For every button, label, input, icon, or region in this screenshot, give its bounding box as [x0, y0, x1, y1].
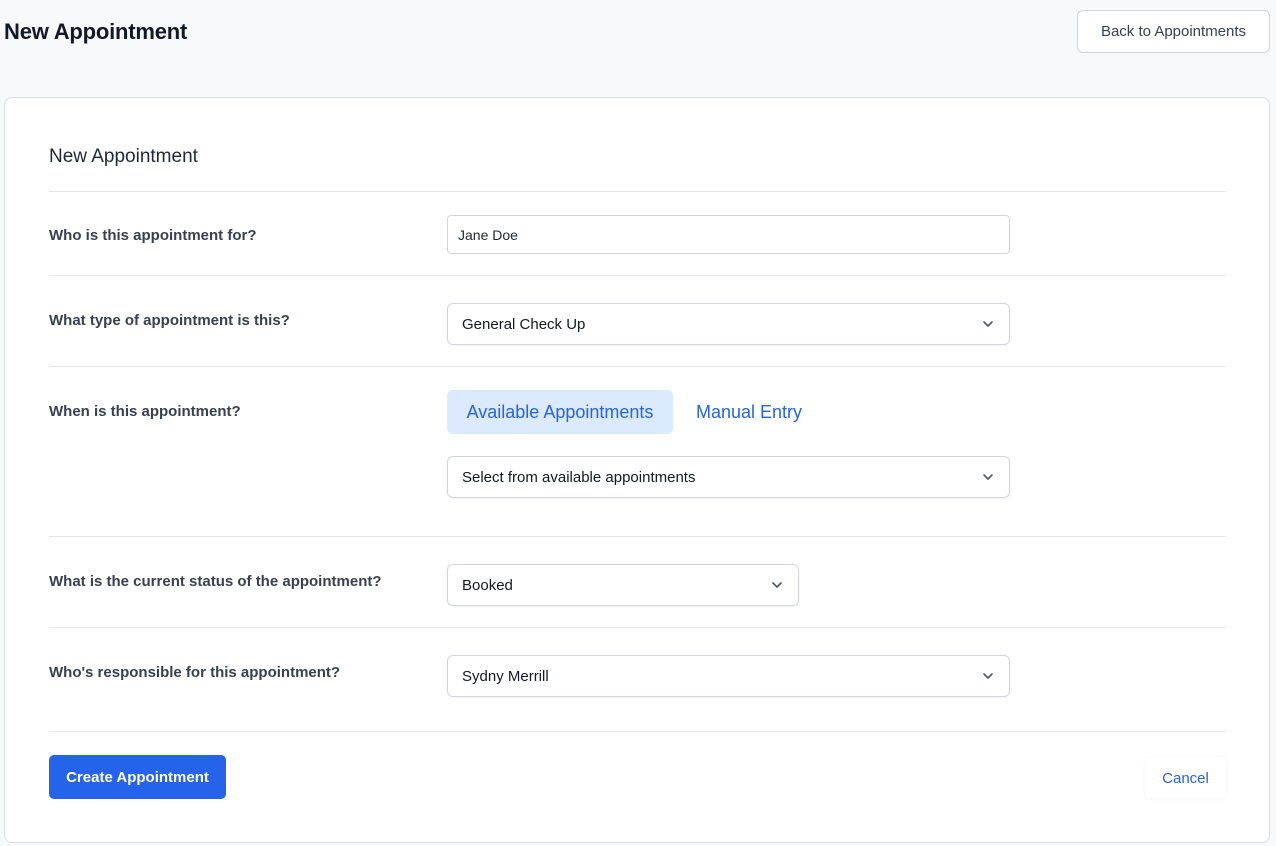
chevron-down-icon [983, 673, 993, 679]
appointment-type-select[interactable]: General Check Up [447, 303, 1010, 345]
status-select[interactable]: Booked [447, 564, 799, 606]
chevron-down-icon [772, 582, 782, 588]
appointment-form-card: New Appointment Who is this appointment … [4, 97, 1270, 843]
patient-label: Who is this appointment for? [49, 227, 257, 244]
chevron-down-icon [983, 474, 993, 480]
page-title: New Appointment [4, 19, 188, 44]
divider [49, 731, 1226, 732]
responsible-select[interactable]: Sydny Merrill [447, 655, 1010, 697]
patient-name-input[interactable] [447, 215, 1010, 254]
status-label: What is the current status of the appoin… [49, 573, 382, 590]
tab-available-appointments[interactable]: Available Appointments [447, 390, 673, 434]
responsible-label: Who's responsible for this appointment? [49, 664, 341, 681]
divider [49, 366, 1226, 367]
page-header: New Appointment Back to Appointments [0, 0, 1276, 70]
back-to-appointments-button[interactable]: Back to Appointments [1077, 10, 1270, 53]
divider [49, 275, 1226, 276]
form-title: New Appointment [49, 146, 198, 167]
cancel-button[interactable]: Cancel [1145, 757, 1226, 799]
appointment-type-label: What type of appointment is this? [49, 312, 290, 329]
divider [49, 627, 1226, 628]
divider [49, 536, 1226, 537]
responsible-value: Sydny Merrill [462, 667, 549, 685]
appointment-type-value: General Check Up [462, 315, 586, 333]
chevron-down-icon [983, 321, 993, 327]
create-appointment-button[interactable]: Create Appointment [49, 755, 226, 799]
divider [49, 191, 1226, 192]
status-value: Booked [462, 576, 513, 594]
tab-manual-entry[interactable]: Manual Entry [687, 390, 811, 434]
available-appointments-select[interactable]: Select from available appointments [447, 456, 1010, 498]
available-appointments-value: Select from available appointments [462, 468, 696, 486]
appointment-time-label: When is this appointment? [49, 403, 241, 420]
